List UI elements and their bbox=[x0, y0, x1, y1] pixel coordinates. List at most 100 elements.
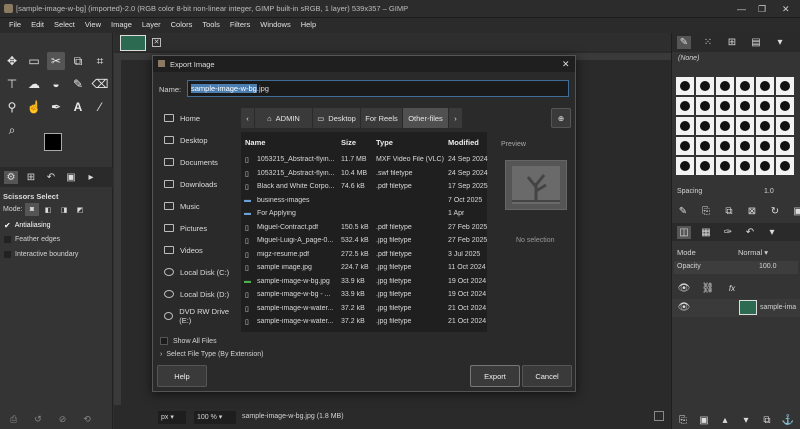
paintbrush-icon[interactable]: ✎ bbox=[69, 75, 87, 93]
foreground-select-icon[interactable]: ⧉ bbox=[69, 52, 87, 70]
breadcrumb-other-files[interactable]: Other-files bbox=[403, 108, 449, 128]
text-icon[interactable]: A bbox=[69, 98, 87, 116]
brush-thumb[interactable] bbox=[736, 97, 754, 115]
brush-thumb[interactable] bbox=[736, 137, 754, 155]
unit-select[interactable]: px ▾ bbox=[158, 411, 186, 424]
breadcrumb-admin[interactable]: ⌂ ADMIN bbox=[255, 108, 313, 128]
layer-visibility-icon[interactable]: 👁 bbox=[677, 301, 691, 314]
show-all-files-checkbox[interactable] bbox=[160, 337, 168, 345]
place-desktop[interactable]: Desktop bbox=[161, 129, 237, 151]
anchor-layer-icon[interactable]: ⚓ bbox=[781, 414, 795, 427]
brush-thumb[interactable] bbox=[716, 77, 734, 95]
feather-row[interactable]: Feather edges bbox=[4, 236, 60, 243]
brush-thumb[interactable] bbox=[736, 77, 754, 95]
mode-replace-icon[interactable]: ◙ bbox=[25, 203, 39, 216]
brush-thumb[interactable] bbox=[776, 97, 794, 115]
close-icon[interactable]: ✕ bbox=[782, 4, 790, 15]
lower-layer-icon[interactable]: ▾ bbox=[739, 414, 753, 427]
file-row[interactable]: ▯ sample-image-w-bg - ... 33.9 kB .jpg file… bbox=[241, 289, 487, 303]
brush-thumb[interactable] bbox=[676, 157, 694, 175]
mode-subtract-icon[interactable]: ◨ bbox=[57, 203, 71, 216]
breadcrumb-back-icon[interactable]: ‹ bbox=[241, 108, 255, 128]
minimize-icon[interactable]: — bbox=[737, 4, 746, 14]
duplicate-layer-icon[interactable]: ⧉ bbox=[760, 414, 774, 427]
brush-thumb[interactable] bbox=[676, 137, 694, 155]
menu-tools[interactable]: Tools bbox=[197, 18, 225, 33]
transform-icon[interactable]: ⊤ bbox=[3, 75, 21, 93]
menu-image[interactable]: Image bbox=[106, 18, 137, 33]
file-row[interactable]: ▯ sample image.jpg 224.7 kB .jpg filetype 11… bbox=[241, 262, 487, 276]
fonts-tab-icon[interactable]: ⊞ bbox=[725, 36, 739, 49]
feather-checkbox[interactable] bbox=[4, 236, 11, 243]
brush-thumb[interactable] bbox=[696, 77, 714, 95]
brushes-tab-icon[interactable]: ✎ bbox=[677, 36, 691, 49]
select-file-type-expander[interactable]: › Select File Type (By Extension) bbox=[160, 351, 263, 358]
duplicate-brush-icon[interactable]: ⧉ bbox=[722, 205, 736, 218]
file-row[interactable]: ▯ Miguel-Luigi-A_page-0... 532.4 kB .jpg fi… bbox=[241, 235, 487, 249]
warp-icon[interactable]: ☁ bbox=[25, 75, 43, 93]
brush-thumb[interactable] bbox=[756, 137, 774, 155]
col-name[interactable]: Name bbox=[245, 132, 265, 152]
device-status-tab-icon[interactable]: ⊞ bbox=[24, 171, 38, 184]
brush-thumb[interactable] bbox=[776, 157, 794, 175]
layer-mode-value[interactable]: Normal ▾ bbox=[738, 248, 768, 257]
images-tab-icon[interactable]: ▣ bbox=[64, 171, 78, 184]
brush-thumb[interactable] bbox=[716, 137, 734, 155]
maximize-icon[interactable]: ❐ bbox=[758, 4, 766, 15]
layer-row[interactable]: 👁 sample-ima bbox=[672, 299, 800, 317]
brush-thumb[interactable] bbox=[696, 117, 714, 135]
mode-intersect-icon[interactable]: ◩ bbox=[73, 203, 87, 216]
folder-row[interactable]: ▬ business-images 7 Oct 2025 bbox=[241, 195, 487, 209]
delete-icon[interactable]: ⊘ bbox=[59, 414, 67, 425]
file-row[interactable]: ▯ Miguel-Contract.pdf 150.5 kB .pdf filetyp… bbox=[241, 222, 487, 236]
interactive-row[interactable]: Interactive boundary bbox=[4, 251, 78, 258]
menu-select[interactable]: Select bbox=[49, 18, 80, 33]
brush-thumb[interactable] bbox=[716, 157, 734, 175]
file-row[interactable]: ▯ Black and White Corpo... 74.6 kB .pdf fil… bbox=[241, 181, 488, 195]
new-brush-icon[interactable]: ⎘ bbox=[699, 205, 713, 218]
more-dock-tab-icon[interactable]: ▾ bbox=[773, 36, 787, 49]
help-button[interactable]: Help bbox=[157, 365, 207, 387]
layers-tab-icon[interactable]: ◫ bbox=[677, 225, 691, 239]
brush-thumb[interactable] bbox=[676, 77, 694, 95]
move-tool-icon[interactable]: ✥ bbox=[3, 52, 21, 70]
navigate-icon[interactable] bbox=[654, 411, 664, 421]
brush-thumb[interactable] bbox=[696, 97, 714, 115]
show-all-files-row[interactable]: Show All Files bbox=[160, 337, 217, 345]
menu-windows[interactable]: Windows bbox=[255, 18, 295, 33]
file-row[interactable]: ▯ 1053215_Abstract-flyin... 11.7 MB MXF Vid… bbox=[241, 154, 488, 168]
dialog-close-icon[interactable]: ✕ bbox=[562, 59, 570, 70]
rect-select-icon[interactable]: ▭ bbox=[25, 52, 43, 70]
dock-more-icon[interactable]: ▾ bbox=[765, 226, 779, 239]
brush-thumb[interactable] bbox=[676, 117, 694, 135]
file-row[interactable]: ▯ sample-image-w-water... 37.2 kB .jpg file… bbox=[241, 316, 487, 330]
smudge-icon[interactable]: ☝ bbox=[25, 98, 43, 116]
raise-layer-icon[interactable]: ▴ bbox=[718, 414, 732, 427]
place-music[interactable]: Music bbox=[161, 195, 237, 217]
zoom-icon[interactable]: ⌕ bbox=[3, 121, 21, 139]
edit-brush-icon[interactable]: ✎ bbox=[676, 205, 690, 218]
paths-tab-icon[interactable]: ✑ bbox=[721, 226, 735, 239]
close-tab-icon[interactable]: ✕ bbox=[152, 38, 161, 47]
menu-view[interactable]: View bbox=[80, 18, 106, 33]
brush-thumb[interactable] bbox=[756, 77, 774, 95]
folder-row[interactable]: ▬ For Applying 1 Apr bbox=[241, 208, 487, 222]
brush-grid[interactable] bbox=[676, 77, 794, 175]
color-picker-icon[interactable]: ⁄ bbox=[91, 98, 109, 116]
filename-input[interactable]: sample-image-w-bg.jpg bbox=[187, 80, 569, 97]
brush-thumb[interactable] bbox=[716, 117, 734, 135]
file-row[interactable]: ▯ 1053215_Abstract-flyin... 10.4 MB .swf fi… bbox=[241, 168, 488, 182]
channels-tab-icon[interactable]: ▦ bbox=[699, 226, 713, 239]
place-local-c[interactable]: Local Disk (C:) bbox=[161, 261, 237, 283]
place-documents[interactable]: Documents bbox=[161, 151, 237, 173]
col-type[interactable]: Type bbox=[376, 132, 393, 152]
place-downloads[interactable]: Downloads bbox=[161, 173, 237, 195]
brush-thumb[interactable] bbox=[776, 77, 794, 95]
brush-thumb[interactable] bbox=[736, 157, 754, 175]
brush-thumb[interactable] bbox=[696, 157, 714, 175]
file-row[interactable]: ▬ sample-image-w-bg.jpg 33.9 kB .jpg filety… bbox=[241, 276, 487, 290]
breadcrumb-for-reels[interactable]: For Reels bbox=[361, 108, 403, 128]
reset-icon[interactable]: ⟲ bbox=[83, 414, 91, 425]
undo-tab-icon[interactable]: ↶ bbox=[743, 226, 757, 239]
menu-edit[interactable]: Edit bbox=[26, 18, 49, 33]
